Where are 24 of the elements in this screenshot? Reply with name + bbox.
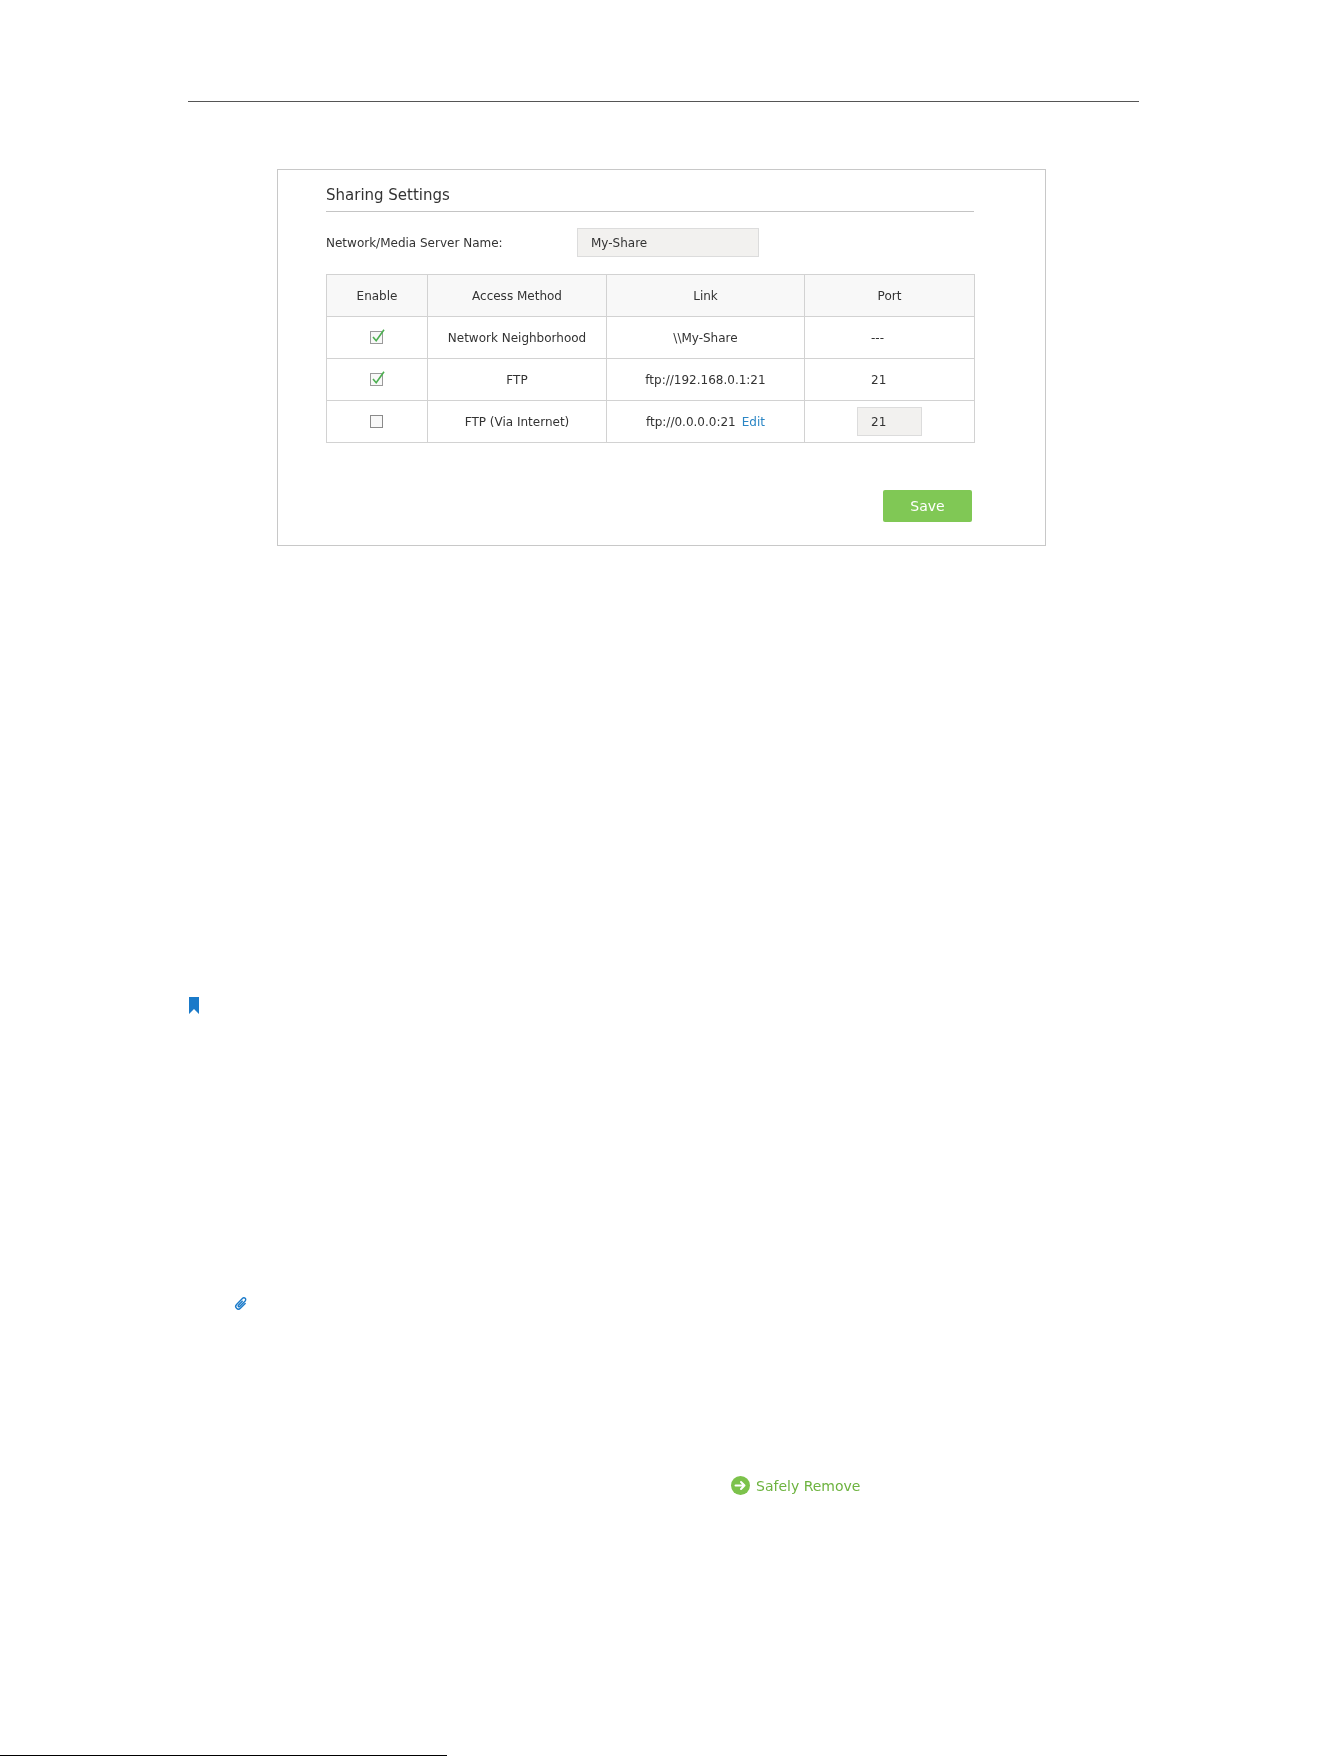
server-name-field[interactable]: My-Share xyxy=(577,228,759,257)
arrow-circle-icon xyxy=(731,1476,750,1495)
checkbox[interactable] xyxy=(369,413,385,428)
safely-remove-link[interactable]: Safely Remove xyxy=(731,1476,861,1495)
port-text: 21 xyxy=(871,372,887,387)
save-button[interactable]: Save xyxy=(883,490,972,522)
access-method-text: FTP xyxy=(506,372,528,387)
column-header: Access Method xyxy=(427,274,607,317)
link-text: \\My-Share xyxy=(673,330,738,345)
port-text: --- xyxy=(871,330,884,345)
link-text: ftp://0.0.0.0:21 xyxy=(646,414,736,429)
access-method-text: Network Neighborhood xyxy=(447,330,587,345)
access-method-text: FTP (Via Internet) xyxy=(464,414,570,429)
column-header: Port xyxy=(804,274,975,317)
column-header: Link xyxy=(606,274,805,317)
checkbox[interactable] xyxy=(369,329,385,344)
link-text: ftp://192.168.0.1:21 xyxy=(645,372,766,387)
edit-link[interactable]: Edit xyxy=(741,414,765,429)
column-header: Enable xyxy=(326,274,428,317)
port-field[interactable]: 21 xyxy=(857,407,922,436)
checkbox[interactable] xyxy=(369,371,385,386)
panel-title: Sharing Settings xyxy=(326,186,450,204)
field-label: Network/Media Server Name: xyxy=(326,235,504,250)
bookmark-icon xyxy=(189,997,199,1014)
